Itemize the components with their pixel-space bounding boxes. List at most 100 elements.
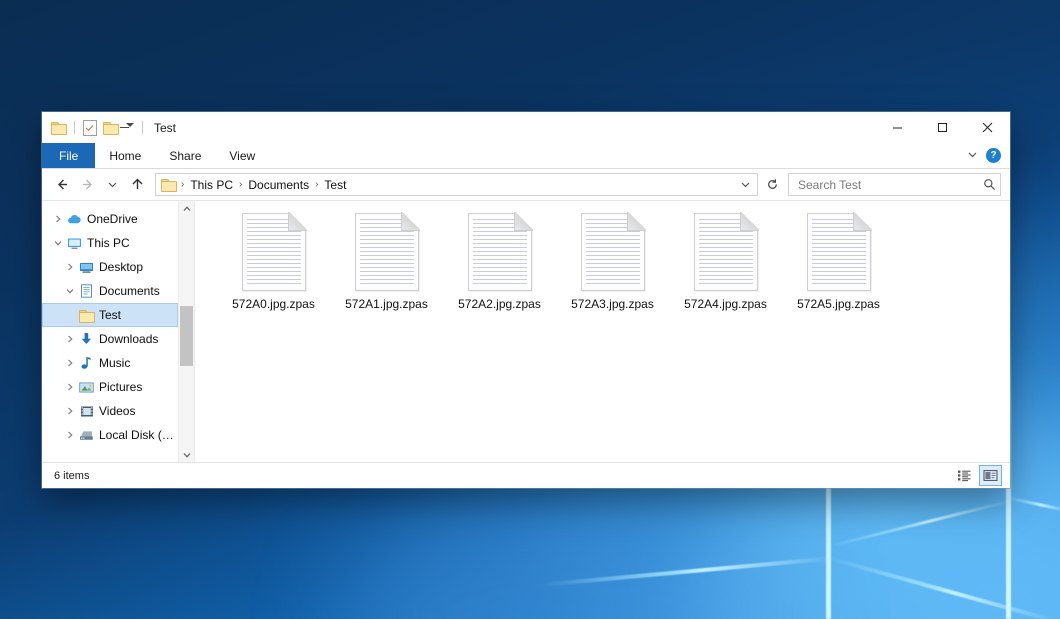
sidebar-label: Music: [99, 356, 130, 370]
title-bar: Test: [42, 112, 1010, 143]
properties-icon[interactable]: [83, 120, 97, 136]
wallpaper-beam-diagonal-upper: [828, 499, 1013, 548]
sidebar-item-videos[interactable]: Videos: [42, 399, 178, 423]
chevron-right-icon[interactable]: [62, 407, 78, 415]
sidebar-item-downloads[interactable]: Downloads: [42, 327, 178, 351]
new-folder-icon[interactable]: [103, 121, 118, 134]
scroll-down-button[interactable]: [179, 447, 194, 462]
recent-locations-button[interactable]: [101, 173, 124, 196]
breadcrumb-separator-0: ›: [180, 179, 185, 190]
file-item[interactable]: 572A1.jpg.zpas: [330, 209, 443, 331]
minimize-button[interactable]: [875, 112, 920, 143]
address-folder-icon: [161, 178, 176, 191]
sidebar-item-this-pc[interactable]: This PC: [42, 231, 178, 255]
file-item[interactable]: 572A2.jpg.zpas: [443, 209, 556, 331]
navigation-scrollbar[interactable]: [178, 201, 194, 462]
address-box[interactable]: › This PC › Documents › Test: [155, 173, 758, 196]
file-name: 572A4.jpg.zpas: [684, 297, 767, 311]
folder-icon[interactable]: [51, 121, 66, 134]
file-name: 572A3.jpg.zpas: [571, 297, 654, 311]
breadcrumb-separator-2: ›: [314, 179, 319, 190]
chevron-right-icon[interactable]: [62, 359, 78, 367]
toolbar-divider: [74, 121, 75, 134]
address-bar-row: › This PC › Documents › Test: [42, 169, 1010, 200]
document-icon: [581, 213, 645, 291]
address-right-controls: [732, 175, 754, 194]
desktop-icon: [78, 261, 95, 274]
tab-share[interactable]: Share: [155, 143, 215, 168]
toolbar-divider-2: [142, 121, 143, 134]
file-item[interactable]: 572A4.jpg.zpas: [669, 209, 782, 331]
chevron-right-icon[interactable]: [62, 431, 78, 439]
scroll-up-button[interactable]: [179, 201, 194, 216]
wallpaper-glow-secondary: [330, 500, 810, 619]
file-name: 572A2.jpg.zpas: [458, 297, 541, 311]
sidebar-label: Documents: [99, 284, 160, 298]
document-icon: [242, 213, 306, 291]
file-item[interactable]: 572A0.jpg.zpas: [217, 209, 330, 331]
file-item[interactable]: 572A3.jpg.zpas: [556, 209, 669, 331]
file-name: 572A1.jpg.zpas: [345, 297, 428, 311]
chevron-right-icon[interactable]: [62, 263, 78, 271]
tab-view[interactable]: View: [215, 143, 269, 168]
sidebar-label: Pictures: [99, 380, 142, 394]
chevron-right-icon[interactable]: [50, 215, 66, 223]
large-icons-view-icon[interactable]: [979, 465, 1002, 486]
customize-dropdown-icon[interactable]: [124, 123, 134, 132]
sidebar-label: This PC: [87, 236, 130, 250]
search-box[interactable]: [788, 173, 1001, 196]
tab-home[interactable]: Home: [95, 143, 155, 168]
chevron-down-icon[interactable]: [62, 287, 78, 295]
chevron-down-icon[interactable]: [50, 239, 66, 247]
file-name: 572A0.jpg.zpas: [232, 297, 315, 311]
folder-icon: [78, 309, 95, 322]
document-icon: [468, 213, 532, 291]
view-toggle-group: [953, 465, 1002, 486]
up-button[interactable]: [126, 173, 149, 196]
sidebar-item-pictures[interactable]: Pictures: [42, 375, 178, 399]
sidebar-label: OneDrive: [87, 212, 138, 226]
sidebar-item-onedrive[interactable]: OneDrive: [42, 207, 178, 231]
window-controls: [875, 112, 1010, 143]
file-name: 572A5.jpg.zpas: [797, 297, 880, 311]
document-icon: [355, 213, 419, 291]
file-item[interactable]: 572A5.jpg.zpas: [782, 209, 895, 331]
breadcrumb-item-this-pc[interactable]: This PC: [186, 177, 237, 193]
maximize-button[interactable]: [920, 112, 965, 143]
window-body: OneDrive This PC: [42, 200, 1010, 462]
sidebar-item-documents[interactable]: Documents: [42, 279, 178, 303]
close-button[interactable]: [965, 112, 1010, 143]
chevron-right-icon[interactable]: [62, 383, 78, 391]
file-explorer-window: Test File Home Share View ?: [42, 112, 1010, 488]
breadcrumb-item-test[interactable]: Test: [320, 177, 350, 193]
quick-access-toolbar: [42, 120, 145, 136]
sidebar-item-test[interactable]: Test: [42, 303, 178, 327]
document-icon: [694, 213, 758, 291]
search-input[interactable]: [796, 177, 983, 193]
ribbon-tabs: File Home Share View ?: [42, 143, 1010, 169]
tab-file[interactable]: File: [42, 143, 95, 168]
sidebar-item-desktop[interactable]: Desktop: [42, 255, 178, 279]
sidebar-label: Videos: [99, 404, 135, 418]
sidebar-item-local-disk-c[interactable]: Local Disk (C:): [42, 423, 178, 447]
wallpaper-beam-upper-right: [1006, 496, 1060, 512]
back-button[interactable]: [51, 173, 74, 196]
breadcrumb-item-documents[interactable]: Documents: [244, 177, 313, 193]
forward-button[interactable]: [76, 173, 99, 196]
sidebar-item-music[interactable]: Music: [42, 351, 178, 375]
status-bar: 6 items: [42, 462, 1010, 488]
file-list-view[interactable]: 572A0.jpg.zpas 572A1.jpg.zpas 572A2.jpg.…: [195, 201, 1010, 462]
breadcrumb: › This PC › Documents › Test: [180, 177, 350, 193]
item-count-label: 6 items: [54, 470, 89, 482]
chevron-right-icon[interactable]: [62, 335, 78, 343]
address-dropdown-icon[interactable]: [736, 175, 754, 194]
search-icon: [983, 178, 996, 191]
sidebar-label: Desktop: [99, 260, 143, 274]
help-button[interactable]: ?: [986, 148, 1001, 163]
scrollbar-thumb[interactable]: [180, 306, 193, 366]
refresh-button[interactable]: [763, 175, 781, 194]
scrollbar-track[interactable]: [179, 216, 194, 447]
document-icon: [807, 213, 871, 291]
details-view-icon[interactable]: [953, 465, 976, 486]
chevron-down-icon[interactable]: [967, 147, 978, 165]
